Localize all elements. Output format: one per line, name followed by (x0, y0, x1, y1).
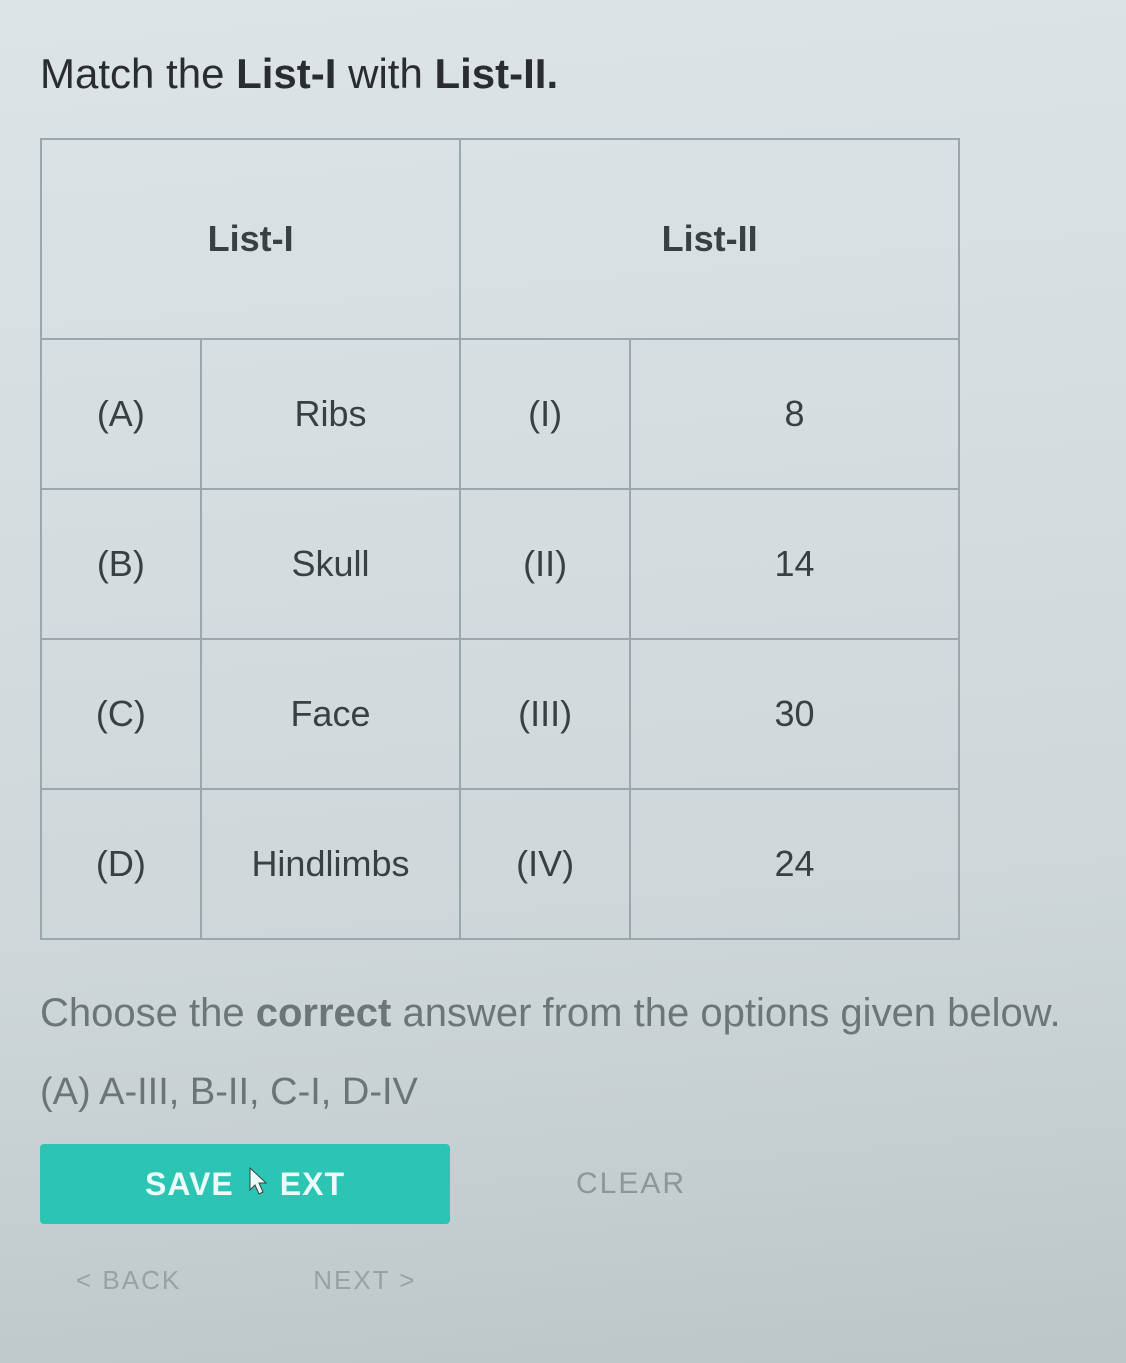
question-page: Match the List-I with List-II. List-I Li… (0, 0, 1126, 1363)
row-key1: (D) (41, 789, 201, 939)
prompt-bold1: List-I (236, 50, 336, 97)
row-key2: (III) (460, 639, 630, 789)
row-val2: 24 (630, 789, 959, 939)
question-prompt: Match the List-I with List-II. (40, 50, 1086, 98)
table-row: (C) Face (III) 30 (41, 639, 959, 789)
save-label-post: EXT (280, 1166, 345, 1203)
row-val1: Face (201, 639, 461, 789)
instruction-bold: correct (256, 991, 392, 1035)
instruction-pre: Choose the (40, 991, 256, 1035)
prompt-mid: with (336, 50, 434, 97)
instruction-post: answer from the options given below. (391, 991, 1060, 1035)
clear-button[interactable]: CLEAR (570, 1166, 692, 1202)
option-a[interactable]: (A) A-III, B-II, C-I, D-IV (40, 1071, 1086, 1114)
row-val2: 8 (630, 339, 959, 489)
save-label-pre: SAVE (145, 1166, 234, 1203)
row-key2: (I) (460, 339, 630, 489)
table-row: (D) Hindlimbs (IV) 24 (41, 789, 959, 939)
row-val1: Skull (201, 489, 461, 639)
table-row: (A) Ribs (I) 8 (41, 339, 959, 489)
next-button[interactable]: NEXT > (307, 1264, 422, 1297)
row-key1: (B) (41, 489, 201, 639)
row-val2: 30 (630, 639, 959, 789)
match-table: List-I List-II (A) Ribs (I) 8 (B) Skull … (40, 138, 960, 940)
row-key2: (II) (460, 489, 630, 639)
nav-row: < BACK NEXT > (40, 1264, 1086, 1297)
table-row: (B) Skull (II) 14 (41, 489, 959, 639)
header-list2: List-II (460, 139, 959, 339)
row-val1: Ribs (201, 339, 461, 489)
button-row: SAVE EXT CLEAR (40, 1144, 1086, 1224)
back-button[interactable]: < BACK (70, 1264, 187, 1297)
table-header-row: List-I List-II (41, 139, 959, 339)
prompt-prefix: Match the (40, 50, 236, 97)
row-val1: Hindlimbs (201, 789, 461, 939)
header-list1: List-I (41, 139, 460, 339)
prompt-bold2: List-II. (434, 50, 558, 97)
cursor-icon (244, 1166, 270, 1203)
row-val2: 14 (630, 489, 959, 639)
answer-instruction: Choose the correct answer from the optio… (40, 985, 1086, 1041)
save-next-button[interactable]: SAVE EXT (40, 1144, 450, 1224)
row-key1: (C) (41, 639, 201, 789)
row-key1: (A) (41, 339, 201, 489)
row-key2: (IV) (460, 789, 630, 939)
